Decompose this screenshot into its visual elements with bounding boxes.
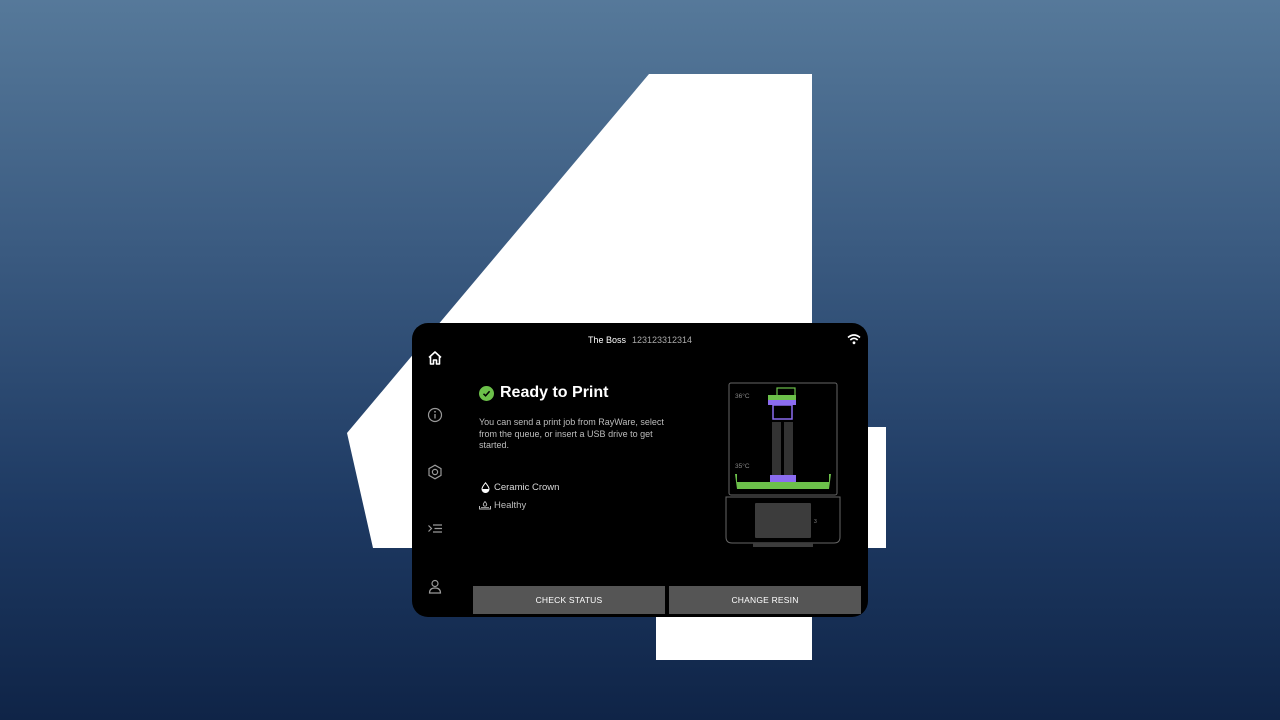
droplet-icon (479, 481, 491, 493)
device-name: The Boss (587, 335, 626, 345)
base-screen (755, 503, 811, 538)
nav-settings[interactable] (424, 461, 446, 483)
nav-info[interactable] (424, 404, 446, 426)
base-foot (753, 543, 813, 547)
nav-account[interactable] (424, 575, 446, 597)
top-bar: The Boss 123123312314 (412, 323, 868, 357)
z-column-left (772, 422, 781, 475)
tank-status: Healthy (494, 499, 527, 511)
nav-queue[interactable] (424, 518, 446, 540)
nav-home[interactable] (424, 347, 446, 369)
tank-info: Healthy (479, 499, 526, 511)
vat-platform (770, 475, 796, 482)
resin-info: Ceramic Crown (479, 481, 559, 493)
z-column-right (784, 422, 793, 475)
top-temperature: 36°C (735, 392, 750, 400)
status-description: You can send a print job from RayWare, s… (479, 417, 664, 450)
change-resin-button[interactable]: CHANGE RESIN (669, 586, 861, 614)
base-label: 3 (814, 519, 817, 525)
printer-touchscreen: The Boss 123123312314 Ready to Print You… (412, 323, 868, 617)
device-serial: 123123312314 (631, 335, 693, 345)
bottom-temperature: 35°C (735, 462, 750, 470)
check-status-button[interactable]: CHECK STATUS (473, 586, 665, 614)
status-header: Ready to Print (479, 384, 608, 402)
home-icon (428, 351, 442, 365)
resin-name: Ceramic Crown (494, 481, 560, 493)
check-circle-icon (479, 385, 494, 401)
build-platform (772, 404, 793, 420)
info-icon (427, 407, 443, 423)
status-title: Ready to Print (500, 384, 609, 401)
wifi-icon (847, 334, 861, 345)
user-icon (428, 579, 442, 594)
hex-nut-icon (428, 464, 442, 480)
queue-list-icon (428, 524, 442, 533)
device-identity: The Boss 123123312314 (412, 335, 868, 345)
resin-tank-icon (479, 499, 491, 511)
printer-diagram: 36°C 35°C 3 (725, 382, 841, 547)
